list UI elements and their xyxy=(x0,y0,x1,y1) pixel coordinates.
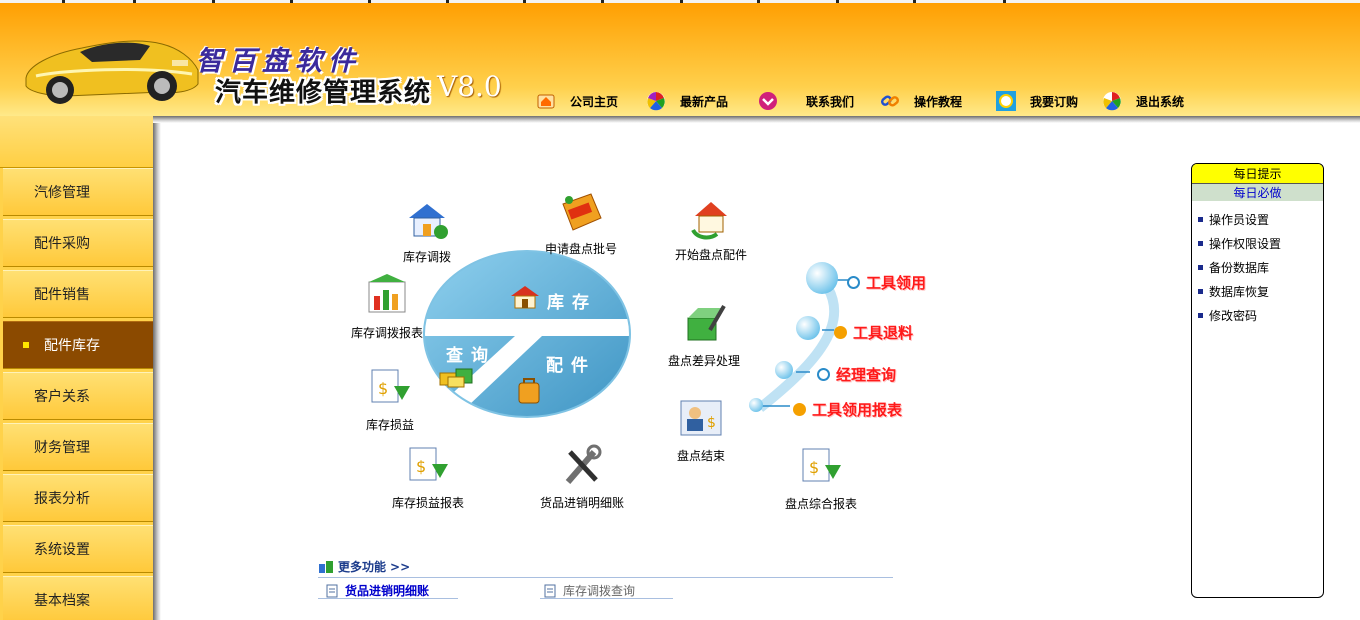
func-goods-ledger[interactable]: 货品进销明细账 xyxy=(540,442,624,511)
tip-restore-database[interactable]: 数据库恢复 xyxy=(1192,279,1323,303)
filled-dot-icon xyxy=(834,326,847,339)
box-edit-icon xyxy=(687,304,726,341)
home-icon xyxy=(537,94,555,109)
sidebar-item-reports[interactable]: 报表分析 xyxy=(3,474,153,522)
sidebar-shadow xyxy=(153,116,161,620)
sidebar-item-customers[interactable]: 客户关系 xyxy=(3,372,153,420)
tool-issue-report[interactable]: 工具领用报表 xyxy=(793,399,902,420)
bar-chart-icon xyxy=(368,274,406,313)
color-wheel-icon xyxy=(647,92,665,111)
double-arrow-icon: >> xyxy=(390,559,411,574)
nav-contact-us[interactable]: 联系我们 xyxy=(758,90,854,112)
tag-icon xyxy=(562,193,602,231)
sidebar-item-purchase[interactable]: 配件采购 xyxy=(3,219,153,267)
money-doc-icon: $ xyxy=(409,447,448,481)
func-stock-transfer[interactable]: 库存调拨 xyxy=(403,196,451,265)
more-link-goods-ledger[interactable]: 货品进销明细账 xyxy=(326,582,429,599)
bullet-icon xyxy=(1198,264,1203,270)
func-apply-batch-number[interactable]: 申请盘点批号 xyxy=(545,188,617,257)
svg-text:$: $ xyxy=(809,458,819,477)
sidebar-item-master-data[interactable]: 基本档案 xyxy=(3,576,153,620)
svg-text:$: $ xyxy=(707,415,716,431)
blocks-icon xyxy=(319,560,333,573)
link-underline xyxy=(318,598,458,599)
search-icon xyxy=(996,91,1016,111)
filled-dot-icon xyxy=(793,403,806,416)
hollow-dot-icon xyxy=(847,276,860,289)
section-stock: 库存 xyxy=(547,293,597,313)
tools-icon xyxy=(565,444,602,484)
sidebar: 汽修管理 配件采购 配件销售 配件库存 客户关系 财务管理 报表分析 系统设置 … xyxy=(0,116,153,620)
bullet-icon xyxy=(1198,288,1203,294)
product-name: 汽车维修管理系统 xyxy=(215,78,432,108)
document-icon xyxy=(544,584,556,597)
nav-home[interactable]: 公司主页 xyxy=(536,90,618,112)
house-icon xyxy=(511,286,539,309)
sports-car-logo xyxy=(25,40,199,104)
svg-text:$: $ xyxy=(378,379,388,398)
tool-return[interactable]: 工具退料 xyxy=(834,322,913,343)
nav-exit[interactable]: 退出系统 xyxy=(1102,90,1184,112)
more-functions-header: 更多功能 >> xyxy=(318,558,410,575)
bag-icon xyxy=(518,378,540,404)
sidebar-item-sales[interactable]: 配件销售 xyxy=(3,270,153,318)
hollow-dot-icon xyxy=(817,368,830,381)
nav-tutorial[interactable]: 操作教程 xyxy=(880,90,962,112)
func-end-stocktake[interactable]: $ 盘点结束 xyxy=(677,395,725,464)
tips-subtitle: 每日必做 xyxy=(1192,184,1323,201)
app-window: 智百盘软件 汽车维修管理系统 V8.0 公司主页 最新产品 联系我们 操作教程 … xyxy=(0,0,1360,620)
content-shadow xyxy=(153,116,1360,123)
tips-title: 每日提示 xyxy=(1192,164,1323,184)
top-strip xyxy=(0,0,1360,3)
func-transfer-report[interactable]: 库存调拨报表 xyxy=(351,272,423,341)
tip-operator-settings[interactable]: 操作员设置 xyxy=(1192,207,1323,231)
bullet-icon xyxy=(1198,240,1203,246)
sidebar-item-inventory[interactable]: 配件库存 xyxy=(3,321,153,369)
sidebar-item-settings[interactable]: 系统设置 xyxy=(3,525,153,573)
bullet-icon xyxy=(1198,312,1203,318)
svg-text:$: $ xyxy=(416,457,426,476)
more-divider xyxy=(318,577,893,578)
tool-issue[interactable]: 工具领用 xyxy=(847,272,926,293)
bullet-icon xyxy=(1198,216,1203,222)
link-underline xyxy=(540,598,673,599)
tip-permission-settings[interactable]: 操作权限设置 xyxy=(1192,231,1323,255)
sidebar-item-repair[interactable]: 汽修管理 xyxy=(3,168,153,216)
link-icon xyxy=(880,95,900,107)
section-query: 查询 xyxy=(446,346,496,366)
product-version: V8.0 xyxy=(437,70,502,103)
more-link-transfer-query[interactable]: 库存调拨查询 xyxy=(544,582,635,599)
sidebar-header xyxy=(0,116,153,168)
money-doc-icon: $ xyxy=(802,448,841,482)
sidebar-item-finance[interactable]: 财务管理 xyxy=(3,423,153,471)
header-banner: 智百盘软件 汽车维修管理系统 V8.0 公司主页 最新产品 联系我们 操作教程 … xyxy=(0,0,1360,116)
func-gain-loss-report[interactable]: $ 库存损益报表 xyxy=(392,442,464,511)
func-stock-gain-loss[interactable]: $ 库存损益 xyxy=(366,364,414,433)
daily-tips-panel: 每日提示 每日必做 操作员设置 操作权限设置 备份数据库 数据库恢复 修改密码 xyxy=(1191,163,1324,598)
exit-icon xyxy=(1103,92,1121,111)
func-start-stocktake[interactable]: 开始盘点配件 xyxy=(675,194,747,263)
section-parts: 配件 xyxy=(546,356,596,376)
tip-change-password[interactable]: 修改密码 xyxy=(1192,303,1323,327)
func-discrepancy[interactable]: 盘点差异处理 xyxy=(668,300,740,369)
house-transfer-icon xyxy=(409,204,448,239)
func-stocktake-report[interactable]: $ 盘点综合报表 xyxy=(785,443,857,512)
tool-manager-query[interactable]: 经理查询 xyxy=(817,364,896,385)
money-doc-icon: $ xyxy=(371,369,410,403)
user-card-icon: $ xyxy=(680,400,722,436)
nav-order[interactable]: 我要订购 xyxy=(996,90,1078,112)
money-stack-icon xyxy=(439,368,473,388)
document-icon xyxy=(326,584,338,597)
contact-icon xyxy=(759,92,777,110)
house-recycle-icon xyxy=(691,202,727,240)
nav-latest-products[interactable]: 最新产品 xyxy=(646,90,728,112)
tip-backup-database[interactable]: 备份数据库 xyxy=(1192,255,1323,279)
